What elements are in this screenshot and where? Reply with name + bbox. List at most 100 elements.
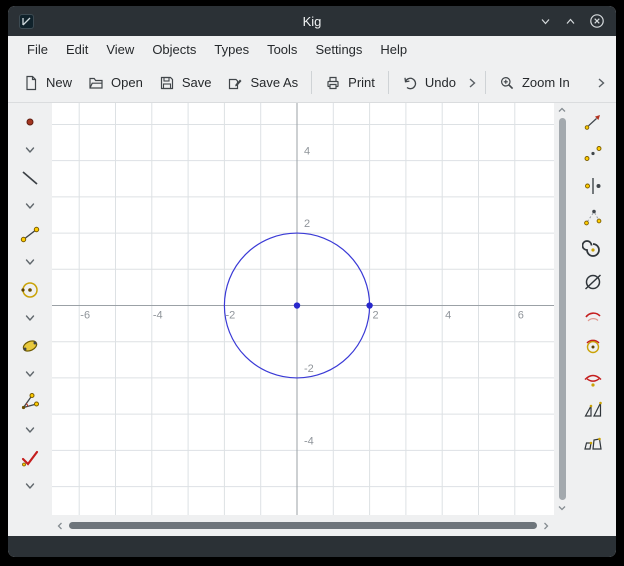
save-as-icon [227,75,243,91]
scroll-down-button[interactable] [556,503,568,513]
segment-tool-button[interactable] [17,222,43,246]
vertical-scrollbar[interactable] [554,103,570,515]
open-button[interactable]: Open [80,69,151,97]
scroll-up-button[interactable] [556,105,568,115]
test-tool-expander[interactable] [17,479,43,493]
svg-text:2: 2 [304,218,310,230]
test-tool-button[interactable] [17,446,43,470]
translate-tool-icon [582,111,604,133]
circle-tool-icon [19,279,41,301]
new-document-icon [23,75,39,91]
toolbar-separator [388,71,389,94]
menu-help[interactable]: Help [371,38,416,61]
svg-text:-4: -4 [304,435,314,447]
svg-text:4: 4 [304,146,310,158]
invert-arc-tool-button[interactable] [580,302,606,326]
open-button-label: Open [111,75,143,90]
chevron-down-icon [24,424,36,436]
zoom-in-icon [499,75,515,91]
rotate-tool-icon [582,207,604,229]
circle-tool-expander[interactable] [17,311,43,325]
translate-tool-button[interactable] [580,110,606,134]
projective-rotation-tool-button[interactable] [580,238,606,262]
titlebar: Kig [8,6,616,36]
conic-tool-button[interactable] [17,334,43,358]
scale-tool-button[interactable] [580,398,606,422]
angle-tool-button[interactable] [17,390,43,414]
menu-tools[interactable]: Tools [258,38,306,61]
menubar: File Edit View Objects Types Tools Setti… [8,36,616,63]
projective-rotation-tool-icon [582,239,604,261]
print-button[interactable]: Print [317,69,383,97]
zoom-in-button[interactable]: Zoom In [491,69,578,97]
segment-tool-icon [19,223,41,245]
minimize-button[interactable] [539,15,552,28]
angle-tool-icon [19,391,41,413]
chevron-down-icon [24,144,36,156]
point-reflection-tool-button[interactable] [580,142,606,166]
vertical-scrollbar-thumb[interactable] [559,118,566,500]
test-checkmark-tool-icon [19,447,41,469]
chevron-up-icon [557,106,567,114]
conic-tool-expander[interactable] [17,367,43,381]
rotate-tool-button[interactable] [580,206,606,230]
toolbar-separator [311,71,312,94]
close-icon [589,13,605,29]
chevron-down-icon [24,200,36,212]
scale-tool-icon [582,399,604,421]
close-button[interactable] [589,13,605,29]
point-tool-button[interactable] [17,110,43,134]
main-area: -6-4-224642-2-4 [8,103,616,536]
menu-view[interactable]: View [97,38,143,61]
invert-line-tool-button[interactable] [580,366,606,390]
similarity-tool-icon [582,431,604,453]
invert-circle-tool-icon [582,335,604,357]
scroll-left-button[interactable] [55,520,65,532]
save-as-button[interactable]: Save As [219,69,306,97]
segment-tool-expander[interactable] [17,255,43,269]
chevron-down-icon [24,256,36,268]
left-toolbar [8,103,52,536]
line-tool-icon [19,167,41,189]
save-button[interactable]: Save [151,69,220,97]
menu-types[interactable]: Types [205,38,258,61]
geometry-canvas[interactable]: -6-4-224642-2-4 [52,103,554,515]
horizontal-scrollbar[interactable] [52,515,554,536]
new-button[interactable]: New [15,69,80,97]
open-folder-icon [88,75,104,91]
line-tool-button[interactable] [17,166,43,190]
menu-file[interactable]: File [18,38,57,61]
point-tool-expander[interactable] [17,143,43,157]
circular-inversion-tool-button[interactable] [580,270,606,294]
axis-reflection-tool-button[interactable] [580,174,606,198]
menu-edit[interactable]: Edit [57,38,97,61]
conic-tool-icon [19,335,41,357]
window-controls [539,13,616,29]
menu-objects[interactable]: Objects [143,38,205,61]
menu-settings[interactable]: Settings [306,38,371,61]
toolbar-separator [485,71,486,94]
main-toolbar: New Open Save Save As Print Undo [8,63,616,103]
chevron-left-icon [56,521,64,531]
invert-arc-tool-icon [582,303,604,325]
angle-tool-expander[interactable] [17,423,43,437]
chevron-up-icon [564,15,577,28]
window-title: Kig [8,14,616,29]
circle-tool-button[interactable] [17,278,43,302]
maximize-button[interactable] [564,15,577,28]
zoom-in-button-label: Zoom In [522,75,570,90]
horizontal-scrollbar-thumb[interactable] [69,522,537,529]
toolbar-overflow-button[interactable] [593,72,609,94]
svg-text:2: 2 [373,309,379,321]
undo-icon [402,75,418,91]
svg-text:6: 6 [518,309,524,321]
print-button-label: Print [348,75,375,90]
line-tool-expander[interactable] [17,199,43,213]
horizontal-scrollbar-row [52,515,570,536]
undo-expand-button[interactable] [464,72,480,94]
undo-button[interactable]: Undo [394,69,464,97]
scroll-right-button[interactable] [541,520,551,532]
invert-circle-tool-button[interactable] [580,334,606,358]
similarity-tool-button[interactable] [580,430,606,454]
svg-text:4: 4 [445,309,451,321]
